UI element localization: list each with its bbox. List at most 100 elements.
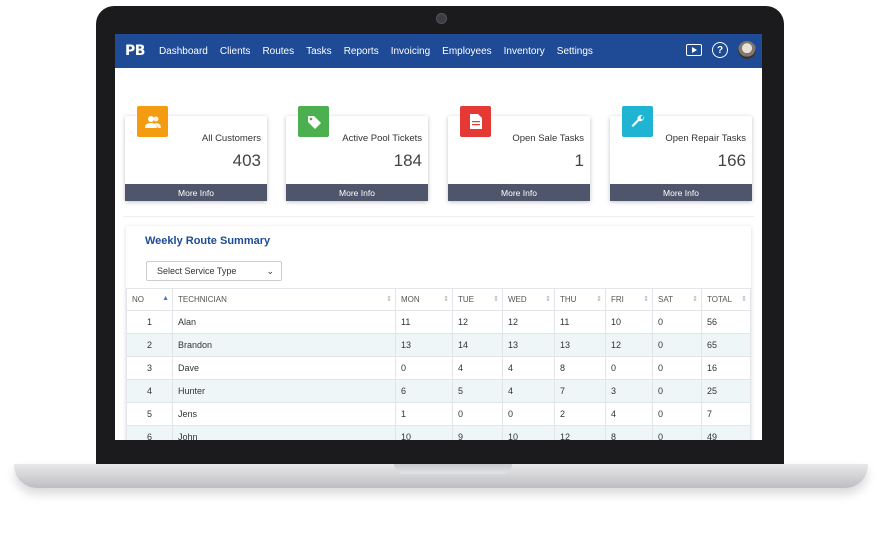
table-cell: 13 bbox=[395, 333, 453, 357]
service-type-select[interactable]: Select Service Type ⌄ bbox=[146, 261, 282, 281]
table-cell: 8 bbox=[554, 356, 606, 380]
table-cell: 0 bbox=[652, 425, 702, 440]
table-cell: 5 bbox=[452, 379, 503, 403]
table-cell: 0 bbox=[652, 356, 702, 380]
table-cell: 25 bbox=[701, 379, 751, 403]
nav-tasks[interactable]: Tasks bbox=[306, 46, 332, 57]
sort-icon: ⇕ bbox=[443, 296, 449, 303]
table-cell: 7 bbox=[554, 379, 606, 403]
sort-icon: ⇕ bbox=[741, 296, 747, 303]
table-cell: 13 bbox=[554, 333, 606, 357]
table-cell: Jens bbox=[172, 402, 396, 426]
table-cell: 7 bbox=[701, 402, 751, 426]
table-cell: 4 bbox=[126, 379, 173, 403]
table-cell: 6 bbox=[126, 425, 173, 440]
table-cell: 12 bbox=[554, 425, 606, 440]
column-header-total[interactable]: TOTAL ⇕ bbox=[701, 288, 751, 311]
table-row[interactable]: 3 Dave 0 4 4 8 0 0 16 bbox=[126, 356, 751, 380]
nav-settings[interactable]: Settings bbox=[557, 46, 593, 57]
laptop-notch bbox=[394, 464, 512, 474]
table-cell: 4 bbox=[502, 356, 555, 380]
table-cell: 4 bbox=[452, 356, 503, 380]
card-label: Open Repair Tasks bbox=[665, 133, 746, 144]
nav-employees[interactable]: Employees bbox=[442, 46, 491, 57]
select-value: Select Service Type bbox=[157, 266, 237, 276]
card-open-repair-tasks: Open Repair Tasks 166 More Info bbox=[610, 106, 752, 201]
column-header-mon[interactable]: MON ⇕ bbox=[395, 288, 453, 311]
column-header-no[interactable]: NO ▲ bbox=[126, 288, 173, 311]
card-label: All Customers bbox=[201, 133, 261, 144]
laptop-base bbox=[14, 464, 868, 488]
table-cell: Hunter bbox=[172, 379, 396, 403]
table-row[interactable]: 5 Jens 1 0 0 2 4 0 7 bbox=[126, 402, 751, 426]
more-info-button[interactable]: More Info bbox=[286, 184, 428, 201]
table-cell: John bbox=[172, 425, 396, 440]
panel-title: Weekly Route Summary bbox=[145, 235, 271, 247]
table-cell: 1 bbox=[126, 310, 173, 334]
nav-clients[interactable]: Clients bbox=[220, 46, 251, 57]
more-info-button[interactable]: More Info bbox=[610, 184, 752, 201]
table-cell: 13 bbox=[502, 333, 555, 357]
table-cell: 3 bbox=[126, 356, 173, 380]
table-cell: 12 bbox=[605, 333, 653, 357]
table-cell: Brandon bbox=[172, 333, 396, 357]
table-cell: 0 bbox=[652, 402, 702, 426]
table-row[interactable]: 2 Brandon 13 14 13 13 12 0 65 bbox=[126, 333, 751, 357]
route-summary-table: NO ▲ TECHNICIAN ⇕ MON ⇕ TUE ⇕ WED ⇕ THU ⇕ FRI ⇕… bbox=[126, 288, 751, 440]
sort-icon: ⇕ bbox=[596, 296, 602, 303]
card-value: 184 bbox=[393, 151, 422, 170]
table-cell: 2 bbox=[554, 402, 606, 426]
column-header-fri[interactable]: FRI ⇕ bbox=[605, 288, 653, 311]
table-cell: Alan bbox=[172, 310, 396, 334]
video-icon[interactable] bbox=[686, 44, 702, 56]
table-cell: 10 bbox=[605, 310, 653, 334]
column-header-sat[interactable]: SAT ⇕ bbox=[652, 288, 702, 311]
card-active-pool-tickets: Active Pool Tickets 184 More Info bbox=[286, 106, 428, 201]
column-header-tue[interactable]: TUE ⇕ bbox=[452, 288, 503, 311]
user-avatar[interactable] bbox=[738, 41, 756, 59]
column-header-thu[interactable]: THU ⇕ bbox=[554, 288, 606, 311]
table-cell: 4 bbox=[605, 402, 653, 426]
card-label: Open Sale Tasks bbox=[512, 133, 584, 144]
table-cell: 0 bbox=[605, 356, 653, 380]
sort-icon: ⇕ bbox=[692, 296, 698, 303]
webcam bbox=[436, 13, 447, 24]
users-icon bbox=[137, 106, 168, 137]
nav-dashboard[interactable]: Dashboard bbox=[159, 46, 208, 57]
table-cell: 6 bbox=[395, 379, 453, 403]
nav-reports[interactable]: Reports bbox=[344, 46, 379, 57]
table-cell: 0 bbox=[652, 310, 702, 334]
more-info-button[interactable]: More Info bbox=[125, 184, 267, 201]
column-header-technician[interactable]: TECHNICIAN ⇕ bbox=[172, 288, 396, 311]
nav-invoicing[interactable]: Invoicing bbox=[391, 46, 430, 57]
nav-inventory[interactable]: Inventory bbox=[504, 46, 545, 57]
table-row[interactable]: 1 Alan 11 12 12 11 10 0 56 bbox=[126, 310, 751, 334]
app-logo[interactable]: PB bbox=[125, 43, 145, 59]
nav-actions: ? bbox=[686, 41, 756, 59]
more-info-button[interactable]: More Info bbox=[448, 184, 590, 201]
dashboard-content: All Customers 403 More Info Active Pool … bbox=[115, 68, 762, 440]
table-cell: 4 bbox=[502, 379, 555, 403]
table-cell: Dave bbox=[172, 356, 396, 380]
card-all-customers: All Customers 403 More Info bbox=[125, 106, 267, 201]
table-cell: 9 bbox=[452, 425, 503, 440]
play-icon bbox=[692, 47, 697, 53]
nav-routes[interactable]: Routes bbox=[262, 46, 294, 57]
document-icon bbox=[460, 106, 491, 137]
table-cell: 56 bbox=[701, 310, 751, 334]
card-open-sale-tasks: Open Sale Tasks 1 More Info bbox=[448, 106, 590, 201]
table-row[interactable]: 6 John 10 9 10 12 8 0 49 bbox=[126, 425, 751, 440]
card-label: Active Pool Tickets bbox=[342, 133, 422, 144]
table-cell: 11 bbox=[395, 310, 453, 334]
help-icon[interactable]: ? bbox=[712, 42, 728, 58]
tag-icon bbox=[298, 106, 329, 137]
table-body: 1 Alan 11 12 12 11 10 0 56 2 Brandon 13 14 13 13 12 0 65 3… bbox=[126, 310, 751, 440]
table-cell: 16 bbox=[701, 356, 751, 380]
table-header-row: NO ▲ TECHNICIAN ⇕ MON ⇕ TUE ⇕ WED ⇕ THU ⇕ FRI ⇕… bbox=[126, 288, 751, 311]
table-cell: 0 bbox=[652, 333, 702, 357]
table-cell: 0 bbox=[652, 379, 702, 403]
table-cell: 8 bbox=[605, 425, 653, 440]
column-header-wed[interactable]: WED ⇕ bbox=[502, 288, 555, 311]
table-row[interactable]: 4 Hunter 6 5 4 7 3 0 25 bbox=[126, 379, 751, 403]
table-cell: 11 bbox=[554, 310, 606, 334]
